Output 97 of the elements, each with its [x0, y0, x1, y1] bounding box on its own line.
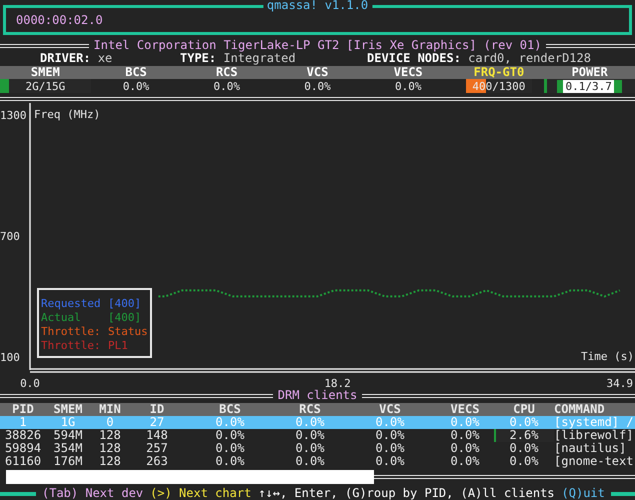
column-header: RCS: [298, 403, 322, 416]
table-row[interactable]: 59894 354M 128 257 0.0% 0.0% 0.0% 0.0% 0.0% [nautilus]: [0, 442, 635, 455]
y-tick-label: 1300: [0, 109, 26, 122]
table-cell-text: 0.0%: [374, 455, 406, 468]
column-header: BCS: [124, 66, 148, 79]
section-title: DRM clients: [276, 389, 358, 402]
legend-label: Actual: [41, 311, 81, 324]
power-value: 0.1/3.7: [557, 80, 622, 92]
x-tick-label: 0.0: [20, 377, 40, 389]
table-cell-text: 0.0%: [374, 442, 406, 455]
key-hint: ↑↓↔, Enter, (G)roup by PID, (A)ll clients: [258, 487, 555, 500]
table-cell-text: 59894: [4, 442, 42, 455]
table-cell-text: 148: [145, 429, 169, 442]
table-row[interactable]: 61160 176M 128 263 0.0% 0.0% 0.0% 0.0% 0.0% [gnome-text: [0, 455, 635, 468]
stat-value: 0.0%: [214, 80, 240, 92]
info-label: DRIVER:: [40, 51, 91, 65]
stat-value: 2G/15G: [25, 80, 66, 92]
table-cell: 2.6%: [510, 429, 538, 442]
info-label: TYPE:: [180, 51, 216, 65]
table-cell-text: 0.0%: [214, 429, 246, 442]
column-header: CPU: [512, 403, 536, 416]
legend-value: [400]: [108, 311, 142, 324]
table-cell-text: 0.0%: [294, 455, 326, 468]
stat-value: 0.0%: [394, 80, 422, 92]
table-cell-text: 1: [18, 416, 28, 429]
column-header: VCS: [306, 66, 330, 79]
info-value: Integrated: [223, 51, 296, 65]
info-label: DEVICE NODES:: [367, 51, 461, 65]
legend-value: Status: [108, 325, 148, 338]
column-header: FRQ-GT0: [472, 66, 526, 79]
table-cell-text: 0.0%: [294, 416, 326, 429]
legend-label: Requested: [41, 297, 101, 310]
table-cell-text: 263: [145, 455, 169, 468]
table-cell-text: 128: [98, 455, 122, 468]
x-axis-label: Time (s): [581, 350, 634, 363]
table-cell-text: 0.0%: [214, 442, 246, 455]
y-tick-label: 700: [0, 230, 20, 243]
column-header: COMMAND: [554, 403, 606, 416]
column-header: VCS: [378, 403, 402, 416]
table-cell-text: 27: [148, 416, 166, 429]
column-header: MIN: [98, 403, 122, 416]
column-header: RCS: [214, 66, 239, 79]
column-header: BCS: [218, 403, 242, 416]
table-cell-text: [systemd] /: [554, 416, 634, 429]
stat-value: 0.0%: [122, 80, 150, 92]
table-cell-text: 0.0%: [214, 455, 246, 468]
scrollbar-thumb[interactable]: [6, 470, 374, 484]
key-hint: (Tab) Next dev: [42, 487, 144, 500]
table-cell-text: [librewolf]: [554, 429, 634, 442]
table-cell-text: 0.0%: [450, 416, 480, 429]
column-header: PID: [11, 403, 35, 416]
table-cell-text: 0.0%: [294, 442, 326, 455]
table-cell-text: 0.0%: [450, 442, 480, 455]
column-header: SMEM: [30, 66, 61, 79]
column-header: VECS: [392, 66, 424, 79]
x-tick-label: 18.2: [324, 377, 351, 389]
column-header: POWER: [570, 66, 609, 79]
table-cell-text: 128: [98, 442, 122, 455]
legend-label: Throttle:: [41, 339, 101, 352]
table-cell-text: 0.0%: [508, 416, 540, 429]
table-cell-text: 0: [105, 416, 115, 429]
table-cell-text: 1G: [60, 416, 76, 429]
table-cell-text: 257: [145, 442, 169, 455]
table-cell-text: 0.0%: [294, 429, 326, 442]
app-title: qmassa! v1.1.0: [262, 0, 372, 12]
info-value: xe: [98, 51, 112, 65]
table-cell-text: 176M: [52, 455, 84, 468]
column-header: SMEM: [52, 403, 84, 416]
table-cell-text: 0.0%: [508, 442, 540, 455]
device-address: 0000:00:02.0: [16, 14, 103, 26]
table-cell-text: 128: [98, 429, 122, 442]
table-cell-text: 38826: [4, 429, 42, 442]
table-cell-text: [gnome-text: [554, 455, 634, 468]
x-tick-label: 34.9: [606, 377, 634, 389]
legend-value: [400]: [108, 297, 142, 310]
legend-value: PL1: [108, 339, 128, 352]
table-cell-text: 61160: [4, 455, 42, 468]
key-hint: (Q)uit: [562, 487, 605, 500]
legend-label: Throttle:: [41, 325, 101, 338]
y-tick-label: 100: [0, 350, 20, 364]
gpu-title: Intel Corporation TigerLake-LP GT2 [Iris Xe Graphics] (rev 01): [92, 39, 542, 52]
table-cell-text: 0.0%: [450, 429, 480, 442]
table-cell-text: 0.0%: [508, 455, 540, 468]
info-value: card0, renderD128: [468, 51, 591, 65]
column-header: ID: [148, 403, 166, 416]
table-cell-text: 0.0%: [450, 455, 480, 468]
table-row[interactable]: 38826 594M 128 148 0.0% 0.0% 0.0% 0.0% 2.6% [librewolf]: [0, 429, 635, 442]
chart-title: Freq (MHz): [34, 108, 100, 121]
column-header: VECS: [450, 403, 480, 416]
table-cell-text: 354M: [52, 442, 84, 455]
table-cell-text: 0.0%: [374, 429, 406, 442]
table-cell-text: 0.0%: [214, 416, 246, 429]
table-cell-text: 0.0%: [374, 416, 406, 429]
table-cell-text: 594M: [52, 429, 84, 442]
key-hint: (>) Next chart: [150, 487, 252, 500]
table-cell-text: [nautilus]: [554, 442, 628, 455]
stat-value: 0.0%: [304, 80, 331, 92]
